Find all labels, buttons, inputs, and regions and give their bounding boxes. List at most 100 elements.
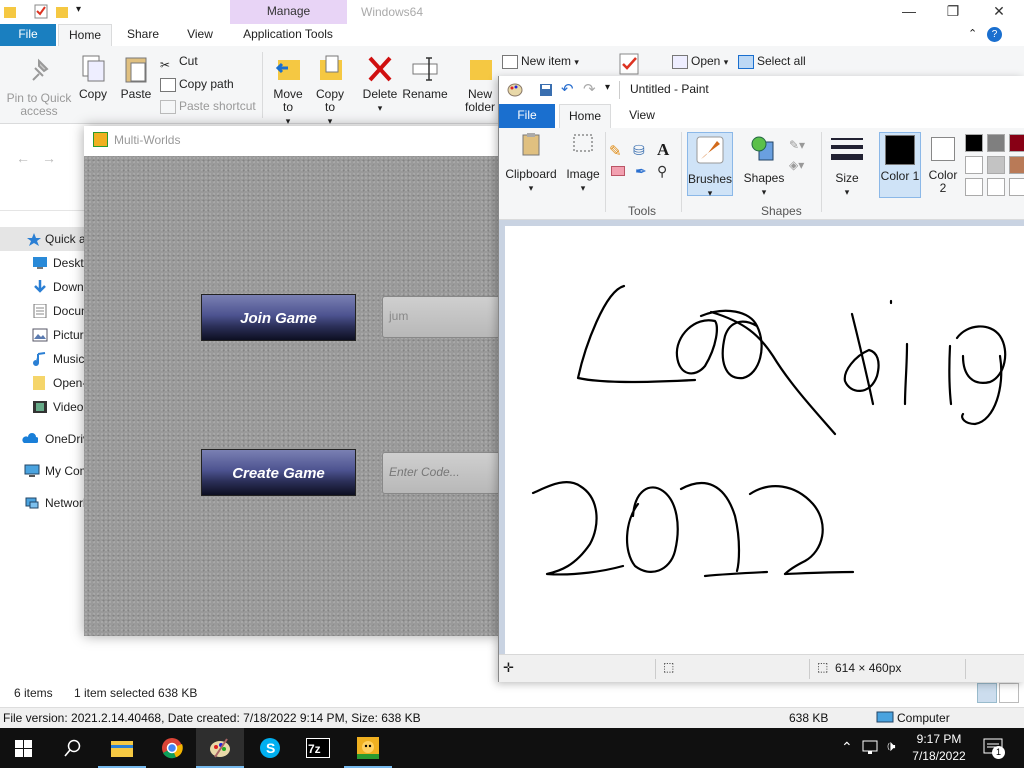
create-game-button[interactable]: Create Game: [201, 449, 356, 496]
help-icon[interactable]: ?: [987, 27, 1002, 42]
paste-shortcut-button[interactable]: Paste shortcut: [160, 96, 256, 116]
image-button[interactable]: Image ▾: [561, 132, 605, 195]
tab-home[interactable]: Home: [559, 104, 611, 128]
palette-swatch[interactable]: [1009, 178, 1024, 196]
taskbar-file-explorer[interactable]: [98, 728, 146, 768]
outline-icon[interactable]: ✎▾: [789, 138, 805, 152]
rename-button[interactable]: Rename: [402, 54, 448, 101]
maximize-button[interactable]: ❐: [930, 0, 976, 24]
clock-time[interactable]: 9:17 PM: [906, 732, 972, 746]
fill-icon[interactable]: ⛁: [633, 142, 645, 159]
sidebar-item-network[interactable]: Network: [0, 491, 90, 515]
paste-button[interactable]: Paste: [118, 54, 154, 101]
videos-icon: [33, 401, 47, 413]
customize-qat-icon[interactable]: ▾: [76, 4, 81, 15]
select-all-button[interactable]: Select all: [738, 51, 806, 71]
sidebar-item-music[interactable]: Music: [0, 347, 90, 371]
clock-date[interactable]: 7/18/2022: [906, 749, 972, 763]
sidebar-item-onedrive[interactable]: OneDrive: [0, 427, 90, 451]
star-icon: [27, 233, 41, 246]
properties-icon[interactable]: [34, 4, 48, 19]
cut-button[interactable]: ✂ Cut: [160, 51, 198, 72]
folder-icon[interactable]: [4, 5, 16, 19]
color1-button[interactable]: Color 1: [879, 132, 921, 198]
magnifier-icon[interactable]: ⚲: [657, 163, 667, 180]
action-center-button[interactable]: 1: [982, 736, 1006, 760]
tab-share[interactable]: Share: [120, 24, 166, 46]
taskbar-7zip[interactable]: 7z: [294, 728, 342, 768]
palette-swatch[interactable]: [965, 156, 983, 174]
color-picker-icon[interactable]: ✒: [635, 163, 647, 180]
taskbar-chrome[interactable]: [148, 728, 196, 768]
sidebar-item-open-folder[interactable]: Open-: [0, 371, 90, 395]
show-hidden-icons[interactable]: ⌃: [841, 739, 853, 756]
sidebar-item-desktop[interactable]: Desktop: [0, 251, 90, 275]
palette-swatch[interactable]: [965, 134, 983, 152]
sidebar-item-my-computer[interactable]: My Computer: [0, 459, 90, 483]
save-icon[interactable]: [539, 83, 553, 97]
palette-swatch[interactable]: [965, 178, 983, 196]
copy-button[interactable]: Copy: [76, 54, 110, 101]
paint-app-icon[interactable]: [507, 82, 523, 98]
color2-button[interactable]: Color 2: [925, 132, 961, 195]
tab-home[interactable]: Home: [58, 24, 112, 46]
large-icons-view-button[interactable]: [999, 683, 1019, 703]
close-button[interactable]: ✕: [976, 0, 1022, 24]
taskbar-multiworlds[interactable]: [344, 728, 392, 768]
join-code-input[interactable]: jum: [382, 296, 502, 338]
forward-arrow-icon[interactable]: →: [42, 150, 56, 166]
clipboard-button[interactable]: Clipboard ▾: [503, 132, 559, 195]
palette-swatch[interactable]: [987, 134, 1005, 152]
properties-check-icon[interactable]: [618, 52, 642, 76]
taskbar-skype[interactable]: S: [246, 728, 294, 768]
shape-fill-icon[interactable]: ◈▾: [789, 158, 804, 172]
text-tool-icon[interactable]: A: [657, 140, 669, 160]
back-arrow-icon[interactable]: ←: [16, 150, 30, 166]
open-button[interactable]: Open ▾: [672, 51, 728, 71]
volume-icon[interactable]: 🕩: [886, 738, 895, 755]
copy-path-button[interactable]: Copy path: [160, 74, 234, 94]
tab-view[interactable]: View: [178, 24, 222, 46]
network-tray-icon[interactable]: [862, 740, 880, 755]
sidebar-item-pictures[interactable]: Pictures: [0, 323, 90, 347]
palette-swatch[interactable]: [987, 178, 1005, 196]
paint-canvas[interactable]: [505, 226, 1024, 654]
new-item-button[interactable]: New item ▾: [502, 51, 579, 71]
palette-swatch[interactable]: [1009, 156, 1024, 174]
sidebar-item-quick-access[interactable]: Quick access: [0, 227, 90, 251]
start-button[interactable]: [0, 728, 48, 768]
move-to-button[interactable]: Move to ▾: [270, 54, 306, 128]
new-folder-icon[interactable]: [56, 5, 68, 19]
details-view-button[interactable]: [977, 683, 997, 703]
taskbar-paint[interactable]: [196, 728, 244, 768]
tab-file[interactable]: File: [499, 104, 555, 128]
sidebar-item-documents[interactable]: Documents: [0, 299, 90, 323]
collapse-ribbon-icon[interactable]: ⌃: [968, 27, 977, 40]
brushes-button[interactable]: Brushes ▾: [687, 132, 733, 198]
multiworlds-window: Multi-Worlds Join Game jum Create Game E…: [84, 126, 502, 636]
enter-code-input[interactable]: Enter Code...: [382, 452, 502, 494]
tab-application-tools[interactable]: Application Tools: [232, 24, 344, 46]
tab-file[interactable]: File: [0, 24, 56, 46]
sidebar-item-videos[interactable]: Videos: [0, 395, 90, 419]
search-button[interactable]: [48, 728, 96, 768]
location-text: Computer: [897, 711, 950, 725]
tab-view[interactable]: View: [617, 104, 667, 128]
sidebar-item-downloads[interactable]: Downloads: [0, 275, 90, 299]
new-folder-button[interactable]: New folder: [460, 54, 500, 114]
redo-icon[interactable]: ↷: [583, 80, 596, 98]
minimize-button[interactable]: —: [886, 0, 932, 24]
shapes-button[interactable]: Shapes ▾: [741, 132, 787, 199]
eraser-icon[interactable]: [611, 166, 625, 176]
palette-swatch[interactable]: [1009, 134, 1024, 152]
join-game-button[interactable]: Join Game: [201, 294, 356, 341]
palette-swatch[interactable]: [987, 156, 1005, 174]
delete-button[interactable]: Delete ▾: [360, 54, 400, 115]
pencil-icon[interactable]: ✎: [609, 142, 622, 160]
customize-qat-icon[interactable]: ▾: [605, 82, 610, 93]
manage-context-tab[interactable]: Manage: [230, 0, 347, 24]
size-button[interactable]: Size ▾: [827, 132, 867, 199]
pin-quick-access-button[interactable]: Pin to Quick access: [4, 58, 74, 118]
undo-icon[interactable]: ↶: [561, 80, 574, 98]
copy-to-button[interactable]: Copy to ▾: [312, 54, 348, 128]
